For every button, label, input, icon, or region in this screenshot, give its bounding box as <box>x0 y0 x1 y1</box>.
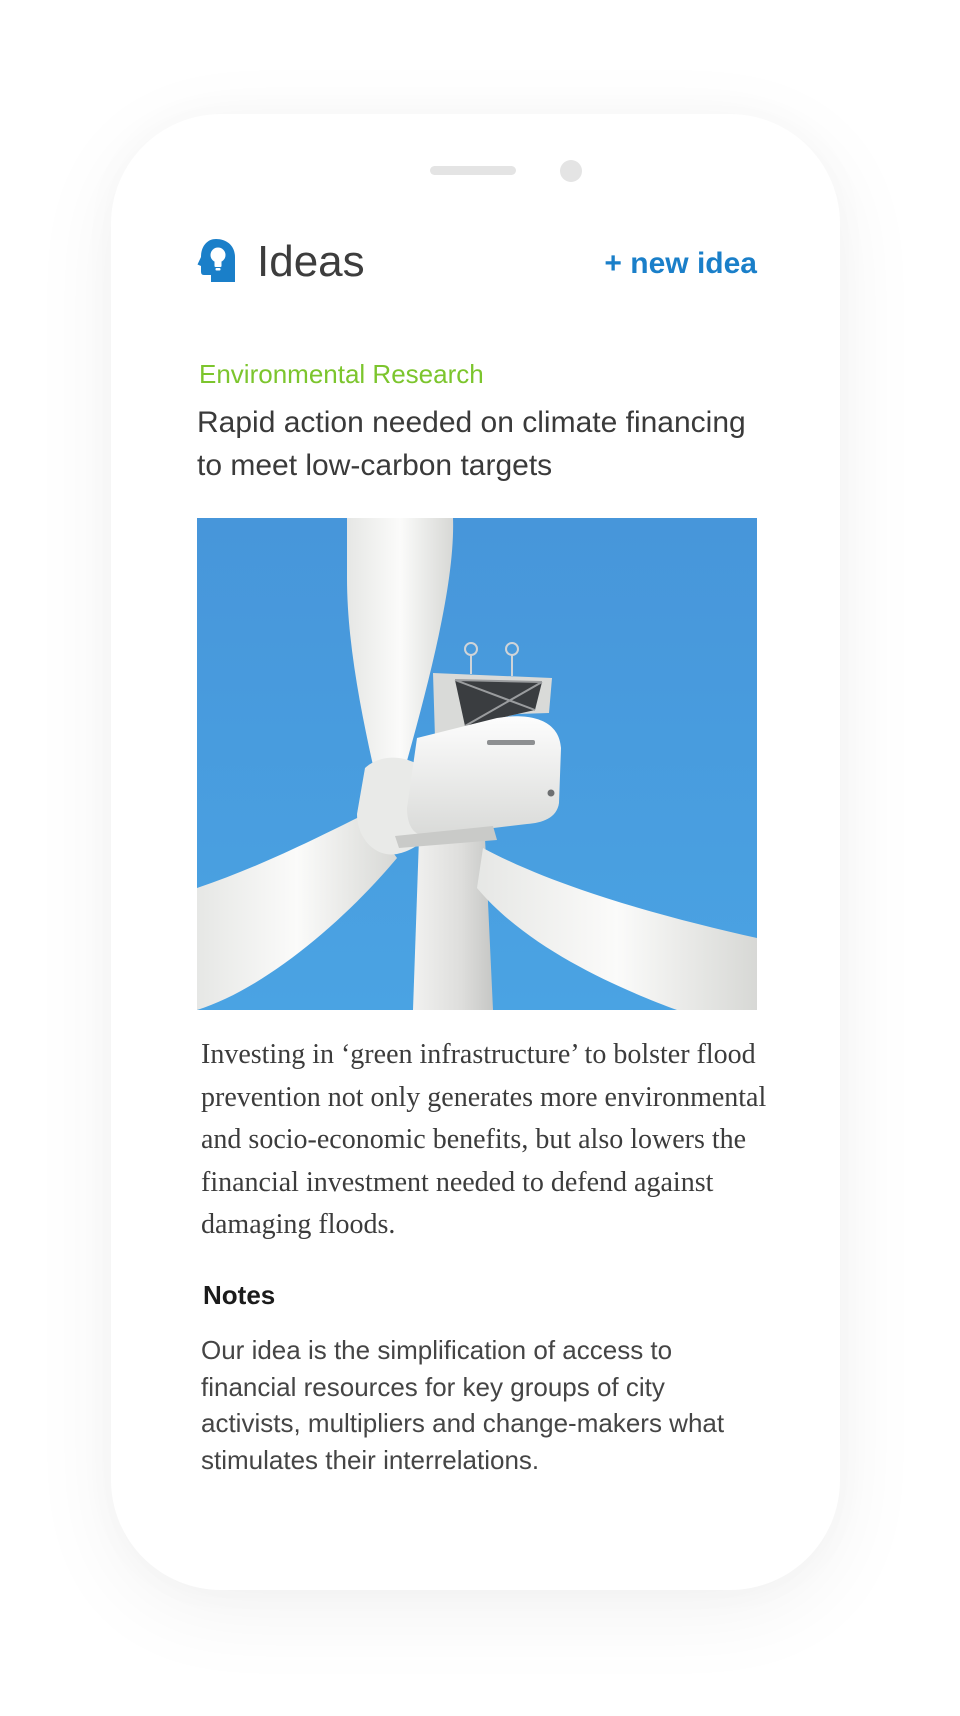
app-title: Ideas <box>257 237 365 286</box>
new-idea-button[interactable]: + new idea <box>604 244 757 284</box>
article-title[interactable]: Rapid action needed on climate financing… <box>197 401 767 487</box>
article-category[interactable]: Environmental Research <box>199 357 484 391</box>
phone-speaker <box>430 166 516 175</box>
app-header: Ideas + new idea <box>197 232 757 296</box>
notes-heading: Notes <box>203 1280 276 1310</box>
phone-frame: Ideas + new idea Environmental Research … <box>111 114 840 1590</box>
head-lightbulb-icon <box>197 239 235 282</box>
phone-camera <box>560 160 582 182</box>
notes-text[interactable]: Our idea is the simplification of access… <box>201 1332 767 1478</box>
article-body: Investing in ‘green infrastructure’ to b… <box>201 1039 767 1240</box>
wind-turbine-photo[interactable] <box>197 518 757 1010</box>
